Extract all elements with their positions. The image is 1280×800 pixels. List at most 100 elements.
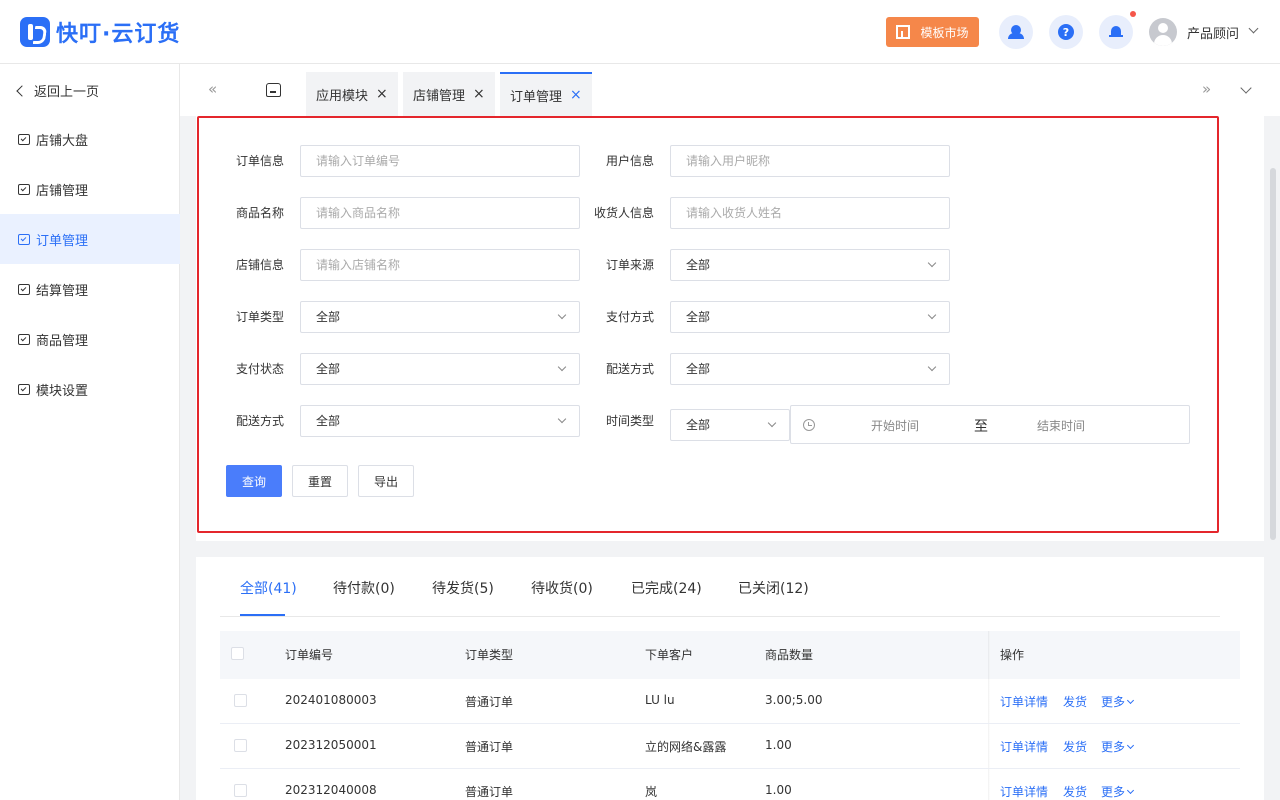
bell-icon	[1109, 25, 1123, 39]
double-chevron-right-icon[interactable]: »	[1202, 80, 1211, 98]
row-checkbox[interactable]	[234, 784, 247, 797]
select-all-checkbox[interactable]	[231, 647, 244, 660]
column-header-actions: 操作	[1000, 648, 1025, 662]
reset-button[interactable]: 重置	[292, 465, 348, 497]
customer-service-button[interactable]	[999, 15, 1033, 49]
chevron-down-icon	[557, 414, 567, 424]
tab-closed[interactable]: 已关闭(12)	[738, 578, 809, 598]
tab-completed[interactable]: 已完成(24)	[631, 578, 702, 598]
back-link[interactable]: 返回上一页	[16, 81, 100, 100]
chevron-down-icon[interactable]	[1240, 82, 1252, 94]
tab-pending-payment[interactable]: 待付款(0)	[333, 578, 395, 598]
close-icon[interactable]: ×	[473, 86, 485, 102]
row-divider	[220, 723, 1240, 724]
product-quantity: 1.00	[765, 783, 792, 797]
chevron-down-icon	[927, 258, 937, 268]
order-detail-link[interactable]: 订单详情	[1000, 783, 1048, 800]
tab-pending-shipment[interactable]: 待发货(5)	[432, 578, 494, 598]
export-button[interactable]: 导出	[358, 465, 414, 497]
tab-all-orders[interactable]: 全部(41)	[240, 578, 297, 598]
more-dropdown[interactable]: 更多	[1101, 783, 1135, 800]
chevron-down-icon	[557, 362, 567, 372]
brand-logo[interactable]: 快叮·云订货	[20, 16, 180, 48]
pay-method-select[interactable]: 全部	[670, 301, 950, 333]
delivery-method-label: 配送方式	[606, 362, 655, 376]
tab-pending-receipt[interactable]: 待收货(0)	[531, 578, 593, 598]
range-separator: 至	[974, 419, 988, 435]
tab-app-modules[interactable]: 应用模块 ×	[306, 72, 398, 116]
ship-link[interactable]: 发货	[1063, 693, 1087, 710]
page-scrollbar[interactable]	[1270, 168, 1276, 540]
close-icon[interactable]: ×	[570, 87, 582, 103]
select-value: 全部	[316, 414, 341, 428]
more-dropdown[interactable]: 更多	[1101, 738, 1135, 755]
select-value: 全部	[686, 258, 711, 272]
delivery-method-select[interactable]: 全部	[670, 353, 950, 385]
notification-button[interactable]	[1099, 15, 1133, 49]
shop-name-input[interactable]	[300, 249, 580, 281]
end-time-input[interactable]: 结束时间	[1037, 417, 1085, 434]
customer-name: LU lu	[645, 693, 675, 707]
help-button[interactable]: ?	[1049, 15, 1083, 49]
order-detail-link[interactable]: 订单详情	[1000, 738, 1048, 755]
column-header-customer: 下单客户	[645, 648, 694, 662]
more-dropdown[interactable]: 更多	[1101, 693, 1135, 710]
sidebar-item-label: 店铺管理	[36, 183, 89, 199]
tab-order-management[interactable]: 订单管理 ×	[500, 72, 592, 116]
sidebar-item-label: 结算管理	[36, 283, 89, 299]
user-menu-chevron-down-icon[interactable]	[1248, 23, 1259, 34]
delivery-method-select-2[interactable]: 全部	[300, 405, 580, 437]
product-name-input[interactable]	[300, 197, 580, 229]
sidebar-item-label: 店铺大盘	[36, 133, 89, 149]
order-type-select[interactable]: 全部	[300, 301, 580, 333]
date-range-picker[interactable]: 开始时间 至 结束时间	[790, 405, 1190, 444]
checkbox-square-icon	[18, 233, 30, 245]
select-value: 全部	[316, 310, 341, 324]
receiver-name-input[interactable]	[670, 197, 950, 229]
top-header: 快叮·云订货 模板市场 ? 产品顾问	[0, 0, 1280, 64]
sidebar-item-shop-management[interactable]: 店铺管理	[0, 164, 180, 214]
tab-label: 订单管理	[510, 89, 563, 105]
order-detail-link[interactable]: 订单详情	[1000, 693, 1048, 710]
order-number: 202401080003	[285, 693, 377, 707]
order-source-label: 订单来源	[606, 258, 655, 272]
sidebar-item-settlement-management[interactable]: 结算管理	[0, 264, 180, 314]
order-number: 202312040008	[285, 783, 377, 797]
close-icon[interactable]: ×	[376, 86, 388, 102]
row-checkbox[interactable]	[234, 739, 247, 752]
product-quantity: 3.00;5.00	[765, 693, 823, 707]
checkbox-square-icon	[18, 283, 30, 295]
sidebar-item-label: 商品管理	[36, 333, 89, 349]
query-button[interactable]: 查询	[226, 465, 282, 497]
order-source-select[interactable]: 全部	[670, 249, 950, 281]
sidebar-item-product-management[interactable]: 商品管理	[0, 314, 180, 364]
avatar[interactable]	[1149, 18, 1177, 46]
select-value: 全部	[316, 362, 341, 376]
double-chevron-left-icon[interactable]: «	[208, 80, 217, 98]
pay-status-label: 支付状态	[236, 362, 285, 376]
tab-shop-management[interactable]: 店铺管理 ×	[403, 72, 495, 116]
time-type-label: 时间类型	[606, 414, 655, 428]
pay-status-select[interactable]: 全部	[300, 353, 580, 385]
home-icon[interactable]	[266, 83, 281, 97]
sidebar-item-module-settings[interactable]: 模块设置	[0, 364, 180, 414]
chevron-down-icon	[767, 418, 777, 428]
page-tab-bar: « 应用模块 × 店铺管理 × 订单管理 × »	[180, 64, 1280, 116]
start-time-input[interactable]: 开始时间	[871, 417, 919, 434]
time-type-select[interactable]: 全部	[670, 409, 790, 441]
sidebar-item-shop-dashboard[interactable]: 店铺大盘	[0, 114, 180, 164]
customer-service-icon	[1008, 25, 1024, 39]
order-info-label: 订单信息	[236, 154, 285, 168]
back-label: 返回上一页	[34, 85, 100, 100]
user-name[interactable]: 产品顾问	[1187, 23, 1239, 42]
receiver-info-label: 收货人信息	[594, 206, 655, 220]
ship-link[interactable]: 发货	[1063, 783, 1087, 800]
sidebar-item-order-management[interactable]: 订单管理	[0, 214, 180, 264]
user-nickname-input[interactable]	[670, 145, 950, 177]
template-market-label: 模板市场	[920, 25, 969, 40]
ship-link[interactable]: 发货	[1063, 738, 1087, 755]
row-checkbox[interactable]	[234, 694, 247, 707]
template-market-button[interactable]: 模板市场	[886, 17, 979, 47]
order-number-input[interactable]	[300, 145, 580, 177]
column-header-order-no: 订单编号	[285, 648, 334, 662]
